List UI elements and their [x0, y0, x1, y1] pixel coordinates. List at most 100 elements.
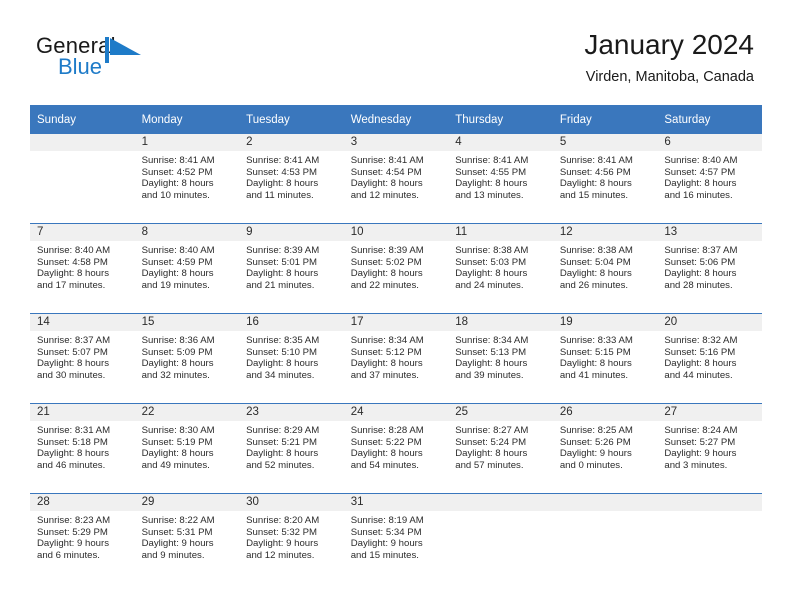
- calendar-week-row: 28 Sunrise: 8:23 AM Sunset: 5:29 PM Dayligh…: [30, 493, 762, 583]
- day-number: 10: [343, 224, 449, 241]
- calendar-grid: Sunday Monday Tuesday Wednesday Thursday Frid…: [30, 105, 762, 583]
- day-details: [448, 511, 553, 515]
- day-cell[interactable]: 22 Sunrise: 8:30 AM Sunset: 5:19 PM Dayligh…: [134, 403, 240, 494]
- day-cell[interactable]: 16 Sunrise: 8:35 AM Sunset: 5:10 PM Dayligh…: [239, 313, 344, 404]
- brand-logo[interactable]: General Blue: [36, 33, 256, 89]
- day-detail-line: Sunset: 5:29 PM: [37, 526, 108, 538]
- day-details: Sunrise: 8:41 AM Sunset: 4:53 PM Daylight:…: [239, 151, 344, 201]
- day-detail-line: Sunrise: 8:38 AM: [455, 245, 529, 256]
- day-number: 13: [657, 224, 762, 241]
- day-detail-line: Sunrise: 8:39 AM: [246, 245, 320, 256]
- day-details: [30, 151, 135, 155]
- day-detail-line: Sunset: 5:21 PM: [246, 436, 318, 448]
- day-cell[interactable]: 12 Sunrise: 8:38 AM Sunset: 5:04 PM Dayligh…: [552, 223, 658, 314]
- day-detail-line: Daylight: 8 hours: [350, 448, 423, 460]
- day-detail-line: and 12 minutes.: [246, 549, 315, 561]
- day-number: 16: [239, 314, 344, 331]
- day-detail-line: Sunset: 5:22 PM: [350, 436, 422, 448]
- day-detail-line: Daylight: 8 hours: [141, 178, 214, 190]
- day-detail-line: Sunrise: 8:30 AM: [141, 425, 215, 436]
- calendar-week-row: 7 Sunrise: 8:40 AM Sunset: 4:58 PM Daylight…: [30, 223, 762, 314]
- day-cell[interactable]: 17 Sunrise: 8:34 AM Sunset: 5:12 PM Dayligh…: [343, 313, 449, 404]
- day-number: 4: [448, 134, 553, 151]
- day-details: Sunrise: 8:41 AM Sunset: 4:56 PM Daylight:…: [553, 151, 658, 201]
- day-cell[interactable]: 8 Sunrise: 8:40 AM Sunset: 4:59 PM Daylight…: [134, 223, 240, 314]
- day-detail-line: Sunset: 4:56 PM: [559, 166, 631, 178]
- day-cell[interactable]: 10 Sunrise: 8:39 AM Sunset: 5:02 PM Dayligh…: [343, 223, 449, 314]
- day-number: 23: [239, 404, 344, 421]
- day-detail-line: Sunrise: 8:22 AM: [141, 515, 215, 526]
- day-number: 1: [134, 134, 240, 151]
- day-detail-line: Sunset: 5:07 PM: [37, 346, 108, 358]
- day-cell[interactable]: 31 Sunrise: 8:19 AM Sunset: 5:34 PM Dayligh…: [343, 493, 449, 583]
- day-number: 15: [134, 314, 240, 331]
- day-cell[interactable]: 14 Sunrise: 8:37 AM Sunset: 5:07 PM Dayligh…: [30, 313, 135, 404]
- day-detail-line: and 9 minutes.: [141, 549, 205, 561]
- day-cell[interactable]: 3 Sunrise: 8:41 AM Sunset: 4:54 PM Daylight…: [343, 134, 449, 224]
- day-detail-line: and 10 minutes.: [141, 189, 210, 201]
- day-detail-line: Sunrise: 8:41 AM: [141, 155, 215, 166]
- weekday-header-thursday: Thursday: [448, 105, 553, 134]
- day-detail-line: Sunrise: 8:41 AM: [455, 155, 529, 166]
- day-details: Sunrise: 8:30 AM Sunset: 5:19 PM Daylight:…: [135, 421, 240, 471]
- day-details: Sunrise: 8:41 AM Sunset: 4:54 PM Daylight:…: [344, 151, 449, 201]
- day-cell[interactable]: 28 Sunrise: 8:23 AM Sunset: 5:29 PM Dayligh…: [30, 493, 135, 583]
- day-number: 29: [134, 494, 240, 511]
- day-details: Sunrise: 8:31 AM Sunset: 5:18 PM Daylight:…: [30, 421, 135, 471]
- day-cell[interactable]: 1 Sunrise: 8:41 AM Sunset: 4:52 PM Daylight…: [134, 134, 240, 224]
- day-detail-line: Sunrise: 8:29 AM: [246, 425, 320, 436]
- day-cell[interactable]: 23 Sunrise: 8:29 AM Sunset: 5:21 PM Dayligh…: [239, 403, 344, 494]
- day-detail-line: Sunrise: 8:37 AM: [664, 245, 738, 256]
- day-cell[interactable]: 19 Sunrise: 8:33 AM Sunset: 5:15 PM Dayligh…: [552, 313, 658, 404]
- day-details: Sunrise: 8:37 AM Sunset: 5:07 PM Daylight:…: [30, 331, 135, 381]
- day-cell[interactable]: 15 Sunrise: 8:36 AM Sunset: 5:09 PM Dayligh…: [134, 313, 240, 404]
- day-cell[interactable]: 7 Sunrise: 8:40 AM Sunset: 4:58 PM Daylight…: [30, 223, 135, 314]
- day-detail-line: Sunrise: 8:27 AM: [455, 425, 529, 436]
- day-details: Sunrise: 8:34 AM Sunset: 5:13 PM Daylight:…: [448, 331, 553, 381]
- weekday-header-monday: Monday: [134, 105, 240, 134]
- day-cell[interactable]: 18 Sunrise: 8:34 AM Sunset: 5:13 PM Dayligh…: [448, 313, 553, 404]
- day-cell[interactable]: 26 Sunrise: 8:25 AM Sunset: 5:26 PM Dayligh…: [552, 403, 658, 494]
- calendar-body: 1 Sunrise: 8:41 AM Sunset: 4:52 PM Daylight…: [30, 134, 762, 583]
- day-details: Sunrise: 8:39 AM Sunset: 5:02 PM Daylight:…: [344, 241, 449, 291]
- day-cell[interactable]: 21 Sunrise: 8:31 AM Sunset: 5:18 PM Dayligh…: [30, 403, 135, 494]
- day-detail-line: Daylight: 8 hours: [455, 358, 528, 370]
- day-detail-line: Daylight: 8 hours: [559, 358, 632, 370]
- day-cell[interactable]: 30 Sunrise: 8:20 AM Sunset: 5:32 PM Dayligh…: [239, 493, 344, 583]
- day-cell[interactable]: 20 Sunrise: 8:32 AM Sunset: 5:16 PM Dayligh…: [657, 313, 762, 404]
- day-cell[interactable]: 11 Sunrise: 8:38 AM Sunset: 5:03 PM Dayligh…: [448, 223, 553, 314]
- day-detail-line: Sunset: 5:31 PM: [141, 526, 213, 538]
- day-detail-line: Sunset: 5:06 PM: [664, 256, 736, 268]
- day-cell[interactable]: 13 Sunrise: 8:37 AM Sunset: 5:06 PM Dayligh…: [657, 223, 762, 314]
- day-cell[interactable]: 2 Sunrise: 8:41 AM Sunset: 4:53 PM Daylight…: [239, 134, 344, 224]
- day-detail-line: and 3 minutes.: [664, 459, 728, 471]
- weekday-header-tuesday: Tuesday: [239, 105, 344, 134]
- day-details: Sunrise: 8:24 AM Sunset: 5:27 PM Daylight:…: [657, 421, 762, 471]
- day-cell[interactable]: 5 Sunrise: 8:41 AM Sunset: 4:56 PM Daylight…: [552, 134, 658, 224]
- day-number: 3: [343, 134, 449, 151]
- calendar-week-row: 21 Sunrise: 8:31 AM Sunset: 5:18 PM Dayligh…: [30, 403, 762, 494]
- day-cell[interactable]: 24 Sunrise: 8:28 AM Sunset: 5:22 PM Dayligh…: [343, 403, 449, 494]
- day-detail-line: Daylight: 9 hours: [559, 448, 632, 460]
- day-detail-line: Sunset: 5:24 PM: [455, 436, 527, 448]
- day-number: [30, 134, 135, 151]
- day-cell[interactable]: 9 Sunrise: 8:39 AM Sunset: 5:01 PM Daylight…: [239, 223, 344, 314]
- day-cell[interactable]: 27 Sunrise: 8:24 AM Sunset: 5:27 PM Dayligh…: [657, 403, 762, 494]
- day-detail-line: Sunrise: 8:31 AM: [37, 425, 111, 436]
- day-cell[interactable]: 6 Sunrise: 8:40 AM Sunset: 4:57 PM Daylight…: [657, 134, 762, 224]
- day-detail-line: Daylight: 8 hours: [455, 448, 528, 460]
- day-number: 22: [134, 404, 240, 421]
- day-details: Sunrise: 8:22 AM Sunset: 5:31 PM Daylight:…: [135, 511, 240, 561]
- day-detail-line: and 54 minutes.: [350, 459, 419, 471]
- day-cell[interactable]: 29 Sunrise: 8:22 AM Sunset: 5:31 PM Dayligh…: [134, 493, 240, 583]
- day-detail-line: Daylight: 8 hours: [455, 178, 528, 190]
- day-cell[interactable]: 4 Sunrise: 8:41 AM Sunset: 4:55 PM Daylight…: [448, 134, 553, 224]
- title-block: January 2024 Virden, Manitoba, Canada: [584, 28, 754, 86]
- day-detail-line: Daylight: 8 hours: [141, 448, 214, 460]
- weekday-header-wednesday: Wednesday: [343, 105, 449, 134]
- day-cell[interactable]: 25 Sunrise: 8:27 AM Sunset: 5:24 PM Dayligh…: [448, 403, 553, 494]
- day-detail-line: and 46 minutes.: [37, 459, 106, 471]
- day-detail-line: Sunrise: 8:23 AM: [37, 515, 111, 526]
- day-number: 6: [657, 134, 762, 151]
- day-detail-line: Daylight: 8 hours: [246, 268, 319, 280]
